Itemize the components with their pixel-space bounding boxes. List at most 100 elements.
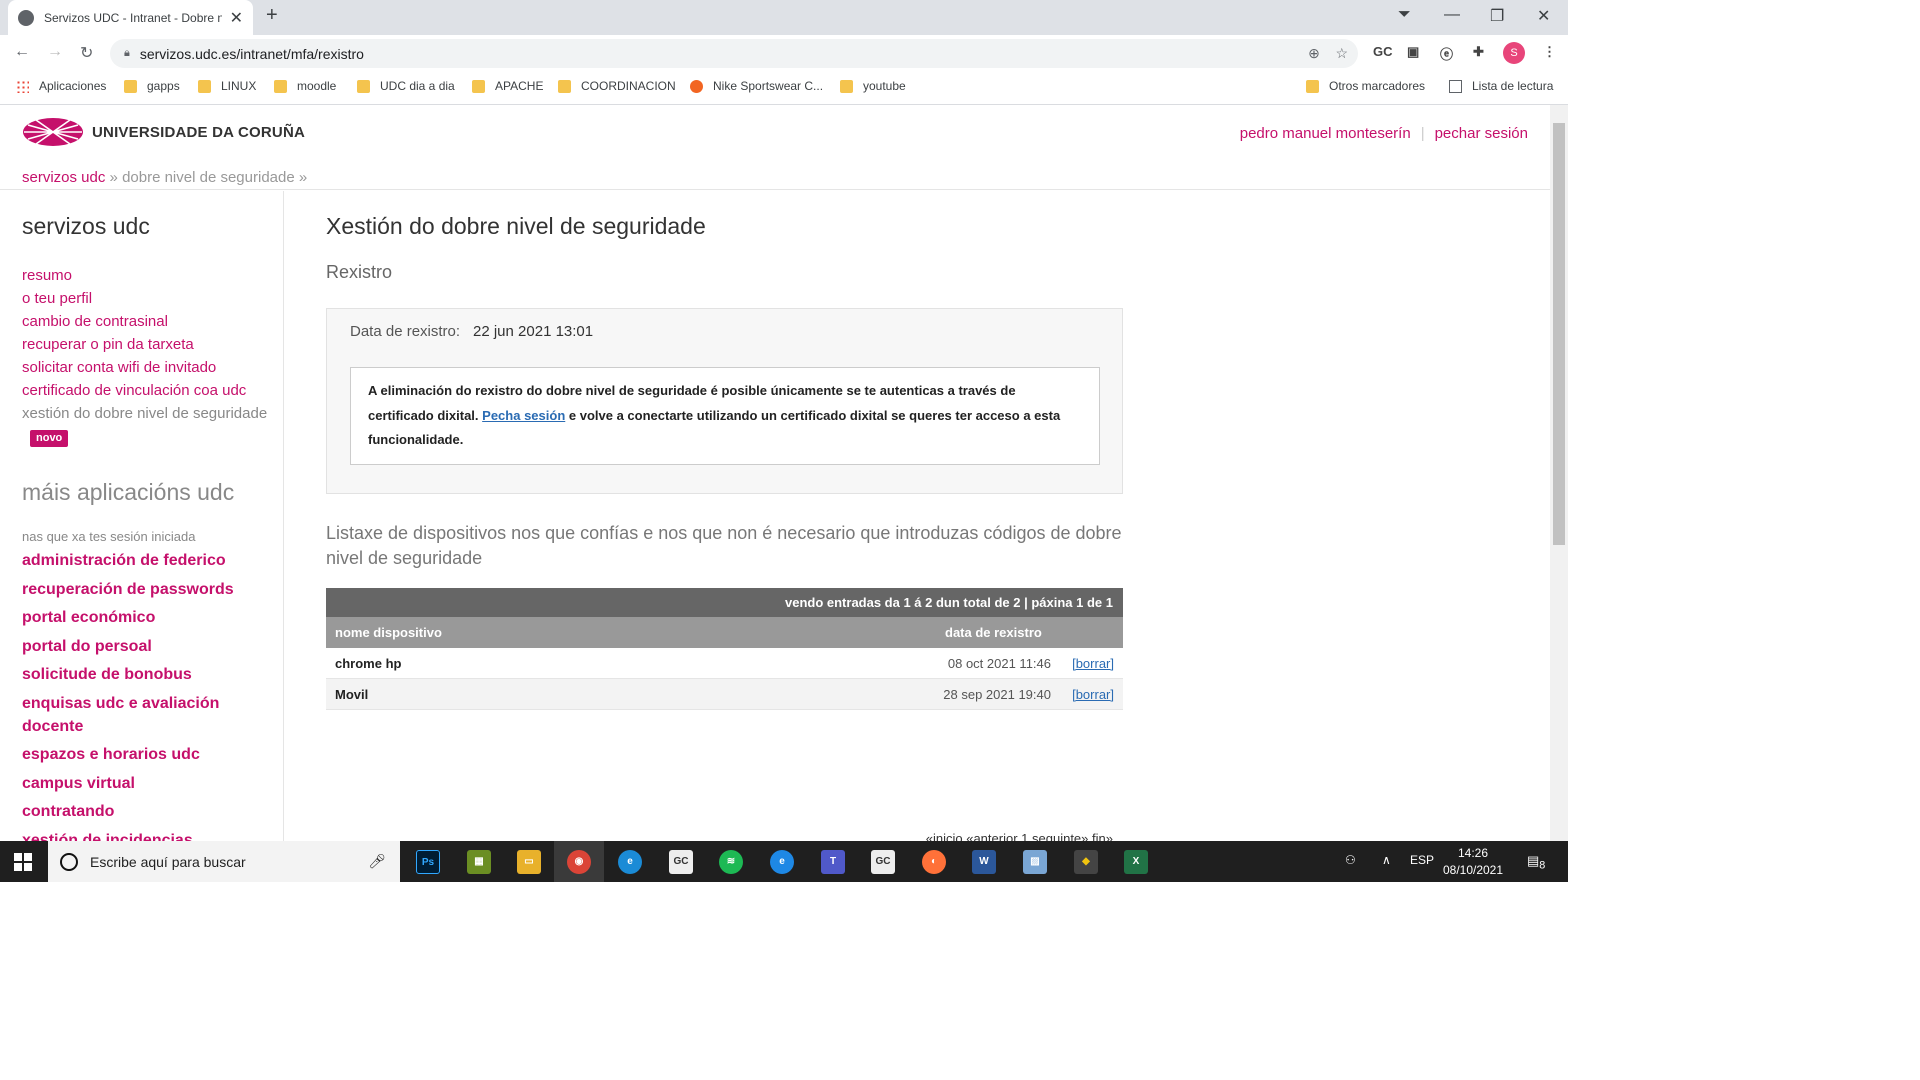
git-icon[interactable]: ◆ — [1074, 850, 1098, 874]
close-tab-icon[interactable]: ✕ — [230, 8, 243, 28]
pager-next[interactable]: seguinte» — [1032, 831, 1088, 841]
url-text[interactable]: servizos.udc.es/intranet/mfa/rexistro — [140, 46, 364, 62]
cast-icon[interactable]: ▣ — [1407, 44, 1419, 60]
browser-chrome: Servizos UDC - Intranet - Dobre n ✕ + ⏷ … — [0, 0, 1568, 105]
bookmark-coordinacion[interactable]: COORDINACION — [558, 79, 676, 93]
bookmark-moodle[interactable]: moodle — [274, 79, 336, 93]
app-link[interactable]: espazos e horarios udc — [22, 743, 262, 766]
teams-icon[interactable]: T — [821, 850, 845, 874]
taskbar-search[interactable]: Escribe aquí para buscar 🎤︎ — [48, 841, 400, 882]
app-link[interactable]: xestión de incidencias — [22, 829, 262, 842]
sidebar-item-certificado[interactable]: certificado de vinculación coa udc — [22, 379, 272, 402]
firefox-icon[interactable]: ◐ — [922, 850, 946, 874]
gc-extension-icon[interactable]: GC — [1373, 44, 1393, 59]
forward-icon[interactable]: → — [47, 43, 63, 61]
file-tool-icon[interactable]: ▦ — [467, 850, 491, 874]
photoshop-icon[interactable]: Ps — [416, 850, 440, 874]
taskbar: Escribe aquí para buscar 🎤︎ Ps ▦ ▭ ◉ e G… — [0, 841, 1568, 882]
new-badge: novo — [30, 430, 69, 447]
bookmark-linux[interactable]: LINUX — [198, 79, 256, 93]
bookmark-udc-dia-a-dia[interactable]: UDC dia a dia — [357, 79, 455, 93]
scrollbar-thumb[interactable] — [1553, 123, 1565, 545]
excel-icon[interactable]: X — [1124, 850, 1148, 874]
clock[interactable]: 14:26 08/10/2021 — [1440, 845, 1506, 879]
pager-last[interactable]: fin» — [1092, 831, 1113, 841]
breadcrumb-separator: » — [298, 169, 308, 186]
spotify-icon[interactable]: ≋ — [719, 850, 743, 874]
delete-link[interactable]: [borrar] — [1072, 679, 1114, 710]
minimize-icon[interactable]: — — [1444, 6, 1460, 24]
device-date: 28 sep 2021 19:40 — [943, 687, 1051, 702]
windows-start-icon[interactable] — [14, 853, 32, 871]
file-explorer-icon[interactable]: ▭ — [517, 850, 541, 874]
gc-app-icon[interactable]: GC — [669, 850, 693, 874]
app-link[interactable]: contratando — [22, 800, 262, 823]
image-viewer-icon[interactable]: ▨ — [1023, 850, 1047, 874]
kebab-menu-icon[interactable]: ⋮ — [1543, 44, 1556, 60]
bookmark-gapps[interactable]: gapps — [124, 79, 180, 93]
puzzle-icon[interactable]: ✚ — [1473, 44, 1484, 60]
sidebar-item-resumo[interactable]: resumo — [22, 264, 272, 287]
gc-app-icon[interactable]: GC — [871, 850, 895, 874]
page-content: UNIVERSIDADE DA CORUÑA pedro manuel mont… — [0, 105, 1550, 841]
other-bookmarks[interactable]: Otros marcadores — [1306, 79, 1425, 93]
udc-logo[interactable]: UNIVERSIDADE DA CORUÑA — [22, 117, 305, 147]
back-icon[interactable]: ← — [14, 43, 30, 61]
tab-strip: Servizos UDC - Intranet - Dobre n ✕ + ⏷ … — [0, 0, 1568, 35]
internet-explorer-icon[interactable]: e — [770, 850, 794, 874]
sidebar-item-perfil[interactable]: o teu perfil — [22, 287, 272, 310]
zoom-icon[interactable]: ⊕ ☆ — [1308, 45, 1348, 62]
logout-link[interactable]: pechar sesión — [1435, 125, 1528, 142]
app-link[interactable]: enquisas udc e avaliación docente — [22, 692, 262, 738]
registration-box: Data de rexistro: 22 jun 2021 13:01 A el… — [326, 308, 1123, 494]
app-link[interactable]: solicitude de bonobus — [22, 663, 262, 686]
breadcrumb-current[interactable]: dobre nivel de seguridade — [122, 169, 295, 186]
browser-tab[interactable]: Servizos UDC - Intranet - Dobre n ✕ — [8, 0, 253, 35]
reading-list[interactable]: Lista de lectura — [1449, 79, 1553, 93]
close-window-icon[interactable]: ✕ — [1537, 6, 1550, 26]
word-icon[interactable]: W — [972, 850, 996, 874]
sidebar-item-wifi[interactable]: solicitar conta wifi de invitado — [22, 356, 272, 379]
address-bar[interactable]: 🔒︎ servizos.udc.es/intranet/mfa/rexistro… — [110, 39, 1358, 68]
new-tab-button[interactable]: + — [266, 4, 278, 27]
app-link[interactable]: portal económico — [22, 606, 262, 629]
reload-icon[interactable]: ↻ — [80, 43, 93, 63]
app-link[interactable]: campus virtual — [22, 772, 262, 795]
bookmark-apache[interactable]: APACHE — [472, 79, 543, 93]
delete-link[interactable]: [borrar] — [1072, 648, 1114, 679]
bookmark-youtube[interactable]: youtube — [840, 79, 906, 93]
profile-avatar[interactable]: S — [1503, 42, 1525, 64]
restore-icon[interactable]: ❐ — [1490, 6, 1504, 26]
breadcrumb-home[interactable]: servizos udc — [22, 169, 105, 186]
microphone-icon[interactable]: 🎤︎ — [368, 853, 386, 870]
edge-icon[interactable]: e — [618, 850, 642, 874]
pager-first[interactable]: «inicio — [926, 831, 963, 841]
bookmark-nike[interactable]: Nike Sportswear C... — [690, 79, 823, 93]
bookmark-aplicaciones[interactable]: Aplicaciones — [16, 79, 106, 93]
notifications-icon[interactable]: ▤8 — [1527, 853, 1545, 872]
extension-e-icon[interactable]: ⓔ — [1440, 44, 1453, 63]
logout-inline-link[interactable]: Pecha sesión — [482, 408, 565, 423]
device-list-description: Listaxe de dispositivos nos que confías … — [326, 523, 1122, 568]
app-link[interactable]: administración de federico — [22, 549, 262, 572]
sidebar-item-contrasinal[interactable]: cambio de contrasinal — [22, 310, 272, 333]
sidebar-item-pin[interactable]: recuperar o pin da tarxeta — [22, 333, 272, 356]
breadcrumb-separator: » — [109, 169, 118, 186]
chrome-icon[interactable]: ◉ — [567, 850, 591, 874]
tab-search-icon[interactable]: ⏷ — [1398, 6, 1411, 24]
column-header-date: data de rexistro — [945, 625, 1042, 640]
cortana-icon — [60, 852, 78, 871]
user-name-link[interactable]: pedro manuel monteserín — [1240, 125, 1411, 142]
clock-time: 14:26 — [1457, 846, 1489, 860]
bookmarks-bar: Aplicaciones gapps LINUX moodle UDC dia … — [0, 72, 1568, 105]
sidebar-item-current[interactable]: xestión do dobre nivel de seguridade novo — [22, 402, 272, 448]
app-link[interactable]: portal do persoal — [22, 635, 262, 658]
people-icon[interactable]: ⚇ — [1345, 853, 1356, 867]
page-scrollbar[interactable] — [1550, 105, 1568, 841]
language-indicator[interactable]: ESP — [1410, 853, 1434, 867]
chevron-up-icon[interactable]: ∧ — [1382, 853, 1391, 867]
pager-prev[interactable]: «anterior — [966, 831, 1017, 841]
app-link[interactable]: recuperación de passwords — [22, 578, 262, 601]
divider: | — [1420, 125, 1425, 142]
page-title: Xestión do dobre nivel de seguridade — [326, 213, 706, 239]
